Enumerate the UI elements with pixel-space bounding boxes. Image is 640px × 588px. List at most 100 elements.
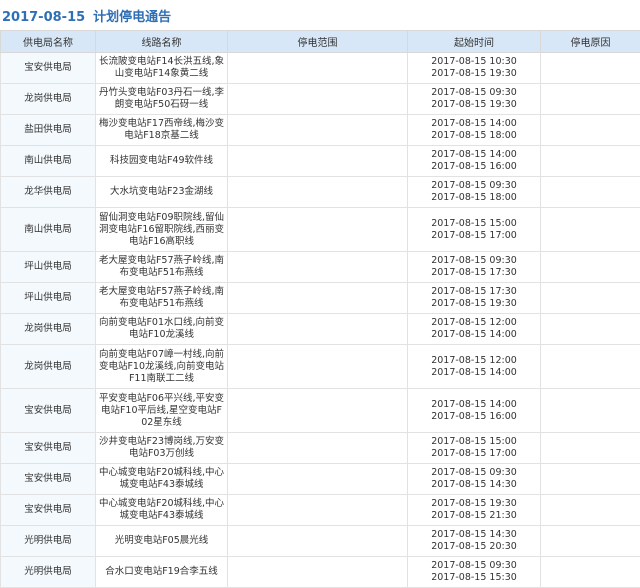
table-row: 龙岗供电局 向前变电站F07嶂一村线,向前变电站F10龙溪线,向前变电站F11南联… — [0, 344, 640, 389]
cell-scope — [227, 313, 408, 345]
table-row: 宝安供电局 沙井变电站F23博岗线,万安变电站F03万创线 2017-08-15 1… — [0, 432, 640, 464]
cell-line: 老大屋变电站F57燕子岭线,南布变电站F51布燕线 — [95, 251, 228, 283]
table-row: 宝安供电局 中心城变电站F20城科线,中心城变电站F43泰城线 2017-08-15… — [0, 494, 640, 526]
cell-scope — [227, 432, 408, 464]
cell-line: 丹竹头变电站F03丹石一线,李朗变电站F50石砑一线 — [95, 83, 228, 115]
end-time: 2017-08-15 14:30 — [431, 479, 517, 490]
cell-scope — [227, 176, 408, 208]
end-time: 2017-08-15 20:30 — [431, 541, 517, 552]
cell-scope — [227, 282, 408, 314]
start-time: 2017-08-15 15:00 — [431, 436, 517, 447]
table-row: 南山供电局 科技园变电站F49软件线 2017-08-15 14:00 2017-08… — [0, 145, 640, 177]
table-row: 龙岗供电局 向前变电站F01水口线,向前变电站F10龙溪线 2017-08-15 1… — [0, 313, 640, 345]
cell-reason — [540, 282, 640, 314]
cell-time: 2017-08-15 15:00 2017-08-15 17:00 — [407, 207, 541, 252]
cell-time: 2017-08-15 14:00 2017-08-15 16:00 — [407, 145, 541, 177]
cell-bureau: 龙华供电局 — [0, 176, 96, 208]
table-row: 坪山供电局 老大屋变电站F57燕子岭线,南布变电站F51布燕线 2017-08-15… — [0, 251, 640, 283]
cell-reason — [540, 463, 640, 495]
cell-bureau: 龙岗供电局 — [0, 83, 96, 115]
cell-time: 2017-08-15 12:00 2017-08-15 14:00 — [407, 313, 541, 345]
cell-reason — [540, 145, 640, 177]
cell-reason — [540, 432, 640, 464]
cell-scope — [227, 52, 408, 84]
end-time: 2017-08-15 17:00 — [431, 229, 517, 241]
cell-time: 2017-08-15 09:30 2017-08-15 15:30 — [407, 556, 541, 588]
cell-bureau: 宝安供电局 — [0, 388, 96, 433]
cell-bureau: 坪山供电局 — [0, 251, 96, 283]
table-body: 宝安供电局 长流陂变电站F14长洪五线,象山变电站F14象黄二线 2017-08-1… — [0, 52, 640, 588]
end-time: 2017-08-15 16:00 — [431, 161, 517, 172]
start-time: 2017-08-15 09:30 — [431, 255, 517, 266]
cell-time: 2017-08-15 09:30 2017-08-15 18:00 — [407, 176, 541, 208]
start-time: 2017-08-15 09:30 — [431, 467, 517, 478]
cell-line: 光明变电站F05晨光线 — [95, 525, 228, 557]
end-time: 2017-08-15 19:30 — [431, 99, 517, 110]
start-time: 2017-08-15 10:30 — [431, 56, 517, 67]
start-time: 2017-08-15 14:30 — [431, 529, 517, 540]
table-row: 龙岗供电局 丹竹头变电站F03丹石一线,李朗变电站F50石砑一线 2017-08-1… — [0, 83, 640, 115]
cell-time: 2017-08-15 12:00 2017-08-15 14:00 — [407, 344, 541, 389]
cell-line: 中心城变电站F20城科线,中心城变电站F43泰城线 — [95, 463, 228, 495]
cell-reason — [540, 176, 640, 208]
cell-bureau: 宝安供电局 — [0, 52, 96, 84]
cell-time: 2017-08-15 09:30 2017-08-15 17:30 — [407, 251, 541, 283]
cell-time: 2017-08-15 14:30 2017-08-15 20:30 — [407, 525, 541, 557]
cell-bureau: 光明供电局 — [0, 556, 96, 588]
cell-scope — [227, 344, 408, 389]
cell-line: 向前变电站F07嶂一村线,向前变电站F10龙溪线,向前变电站F11南联工二线 — [95, 344, 228, 389]
start-time: 2017-08-15 09:30 — [431, 560, 517, 571]
cell-time: 2017-08-15 14:00 2017-08-15 18:00 — [407, 114, 541, 146]
page-title: 2017-08-15 计划停电通告 — [0, 0, 640, 30]
table-row: 龙华供电局 大水坑变电站F23金湖线 2017-08-15 09:30 2017-08… — [0, 176, 640, 208]
cell-reason — [540, 388, 640, 433]
cell-scope — [227, 251, 408, 283]
cell-scope — [227, 463, 408, 495]
cell-bureau: 宝安供电局 — [0, 494, 96, 526]
cell-line: 留仙洞变电站F09职院线,留仙洞变电站F16留职院线,西丽变电站F16高职线 — [95, 207, 228, 252]
cell-bureau: 南山供电局 — [0, 207, 96, 252]
cell-bureau: 龙岗供电局 — [0, 313, 96, 345]
header-scope: 停电范围 — [227, 30, 408, 53]
start-time: 2017-08-15 12:00 — [431, 354, 517, 366]
start-time: 2017-08-15 14:00 — [431, 118, 517, 129]
cell-reason — [540, 344, 640, 389]
end-time: 2017-08-15 17:30 — [431, 267, 517, 278]
end-time: 2017-08-15 18:00 — [431, 192, 517, 203]
cell-scope — [227, 114, 408, 146]
header-line: 线路名称 — [95, 30, 228, 53]
table-row: 宝安供电局 平安变电站F06平兴线,平安变电站F10平后线,星空变电站F02星东线… — [0, 388, 640, 433]
cell-bureau: 光明供电局 — [0, 525, 96, 557]
cell-bureau: 坪山供电局 — [0, 282, 96, 314]
start-time: 2017-08-15 09:30 — [431, 87, 517, 98]
cell-scope — [227, 556, 408, 588]
start-time: 2017-08-15 09:30 — [431, 180, 517, 191]
header-reason: 停电原因 — [540, 30, 640, 53]
cell-line: 沙井变电站F23博岗线,万安变电站F03万创线 — [95, 432, 228, 464]
cell-line: 老大屋变电站F57燕子岭线,南布变电站F51布燕线 — [95, 282, 228, 314]
cell-reason — [540, 525, 640, 557]
cell-reason — [540, 52, 640, 84]
table-header-row: 供电局名称 线路名称 停电范围 起始时间 停电原因 — [0, 30, 640, 53]
table-row: 坪山供电局 老大屋变电站F57燕子岭线,南布变电站F51布燕线 2017-08-15… — [0, 282, 640, 314]
cell-time: 2017-08-15 15:00 2017-08-15 17:00 — [407, 432, 541, 464]
cell-time: 2017-08-15 19:30 2017-08-15 21:30 — [407, 494, 541, 526]
start-time: 2017-08-15 14:00 — [431, 398, 517, 410]
cell-reason — [540, 494, 640, 526]
end-time: 2017-08-15 19:30 — [431, 298, 517, 309]
cell-line: 科技园变电站F49软件线 — [95, 145, 228, 177]
outage-table: 供电局名称 线路名称 停电范围 起始时间 停电原因 宝安供电局 长流陂变电站F14… — [0, 30, 640, 588]
header-start-time: 起始时间 — [407, 30, 541, 53]
cell-bureau: 南山供电局 — [0, 145, 96, 177]
cell-line: 向前变电站F01水口线,向前变电站F10龙溪线 — [95, 313, 228, 345]
cell-scope — [227, 388, 408, 433]
end-time: 2017-08-15 15:30 — [431, 572, 517, 583]
title-date: 2017-08-15 — [2, 10, 86, 25]
cell-time: 2017-08-15 09:30 2017-08-15 14:30 — [407, 463, 541, 495]
cell-time: 2017-08-15 09:30 2017-08-15 19:30 — [407, 83, 541, 115]
cell-line: 大水坑变电站F23金湖线 — [95, 176, 228, 208]
cell-scope — [227, 145, 408, 177]
cell-reason — [540, 83, 640, 115]
cell-line: 梅沙变电站F17西帝线,梅沙变电站F18京基二线 — [95, 114, 228, 146]
start-time: 2017-08-15 17:30 — [431, 286, 517, 297]
